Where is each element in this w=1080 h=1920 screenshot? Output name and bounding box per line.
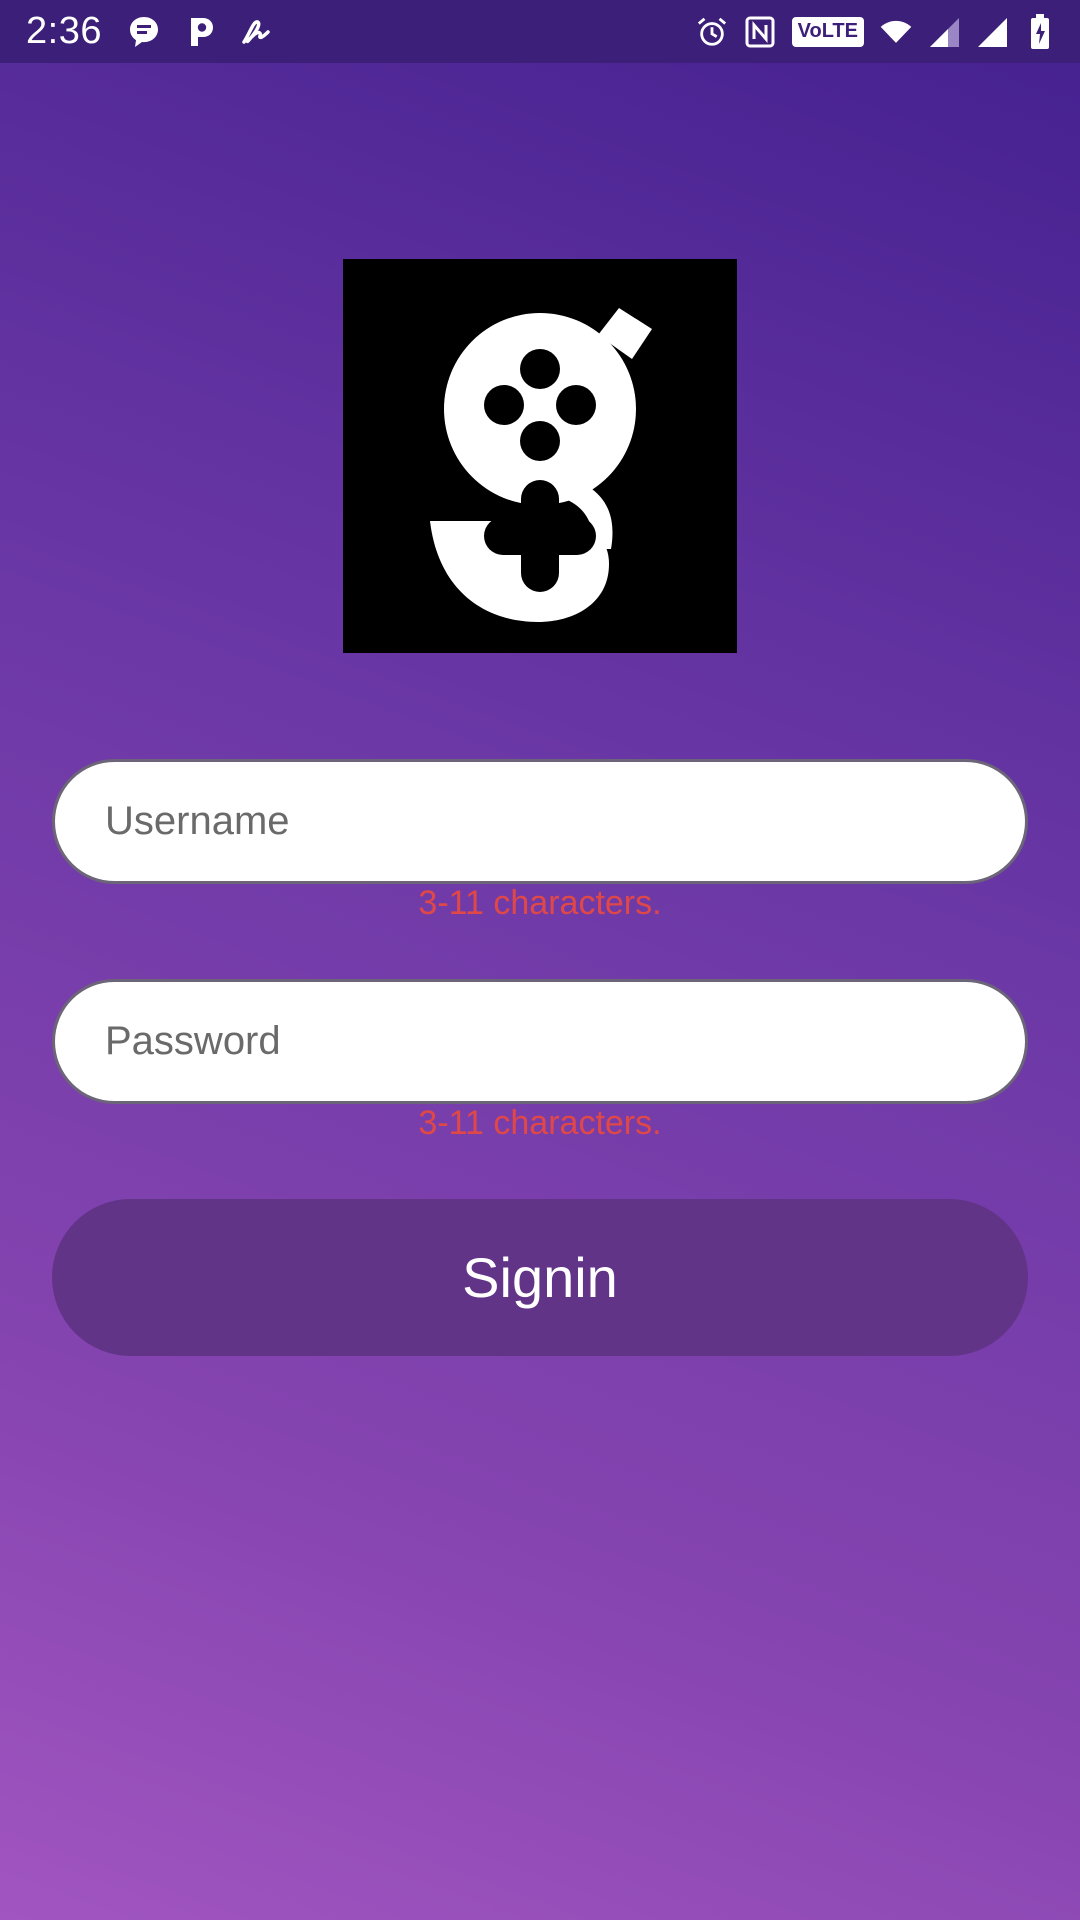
username-error: 3-11 characters. — [418, 884, 662, 922]
signal-icon — [976, 14, 1008, 50]
status-bar-left: 2:36 — [26, 10, 296, 53]
chat-bubble-icon — [128, 14, 160, 50]
password-input[interactable] — [105, 1019, 1025, 1064]
signature-icon — [240, 14, 272, 50]
username-field[interactable] — [52, 759, 1028, 884]
battery-charging-icon — [1024, 13, 1056, 50]
parking-icon — [184, 14, 216, 50]
status-time: 2:36 — [26, 10, 102, 52]
status-bar: 2:36 VoLTE — [0, 0, 1080, 63]
alarm-icon — [696, 14, 728, 50]
status-bar-right: VoLTE — [696, 13, 1056, 50]
wifi-icon — [880, 14, 912, 50]
signal-icon — [928, 14, 960, 50]
gamepad-g-logo-icon — [343, 259, 737, 653]
nfc-icon — [744, 14, 776, 50]
app-logo — [343, 259, 737, 653]
password-error: 3-11 characters. — [418, 1104, 662, 1142]
volte-icon: VoLTE — [791, 16, 864, 47]
password-field[interactable] — [52, 979, 1028, 1104]
username-input[interactable] — [105, 799, 1025, 844]
signin-button[interactable]: Signin — [52, 1199, 1028, 1356]
